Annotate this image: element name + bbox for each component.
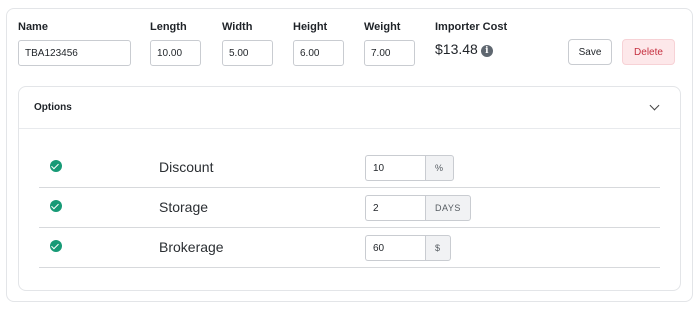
delete-button[interactable]: Delete bbox=[622, 39, 675, 65]
brokerage-input[interactable] bbox=[365, 235, 425, 261]
weight-label: Weight bbox=[364, 21, 401, 33]
days-unit-addon: DAYS bbox=[425, 195, 471, 221]
name-label: Name bbox=[18, 21, 48, 33]
importer-cost-display: $13.48 i bbox=[435, 41, 493, 57]
percent-unit-addon: % bbox=[425, 155, 454, 181]
length-input[interactable] bbox=[150, 40, 201, 66]
length-label: Length bbox=[150, 21, 187, 33]
info-icon[interactable]: i bbox=[480, 45, 493, 57]
save-button[interactable]: Save bbox=[568, 39, 612, 65]
option-row-discount: Discount % bbox=[39, 148, 660, 188]
weight-input[interactable] bbox=[364, 40, 415, 66]
shipment-item-card: Name Length Width Height Weight Importer… bbox=[6, 8, 693, 302]
height-input[interactable] bbox=[293, 40, 344, 66]
option-row-brokerage: Brokerage $ bbox=[39, 228, 660, 268]
height-label: Height bbox=[293, 21, 328, 33]
options-header[interactable]: Options bbox=[19, 87, 680, 129]
options-title: Options bbox=[34, 102, 72, 113]
storage-input[interactable] bbox=[365, 195, 425, 221]
width-input[interactable] bbox=[222, 40, 273, 66]
storage-input-group: DAYS bbox=[365, 195, 471, 221]
chevron-down-icon[interactable] bbox=[649, 100, 660, 111]
dollar-unit-addon: $ bbox=[425, 235, 451, 261]
check-circle-icon[interactable] bbox=[50, 200, 62, 212]
name-input[interactable] bbox=[18, 40, 131, 66]
option-label: Storage bbox=[159, 199, 209, 215]
check-circle-icon[interactable] bbox=[50, 240, 62, 252]
option-row-storage: Storage DAYS bbox=[39, 188, 660, 228]
option-label: Discount bbox=[159, 159, 214, 175]
importer-cost-label: Importer Cost bbox=[435, 21, 508, 33]
discount-input[interactable] bbox=[365, 155, 425, 181]
check-circle-icon[interactable] bbox=[50, 160, 62, 172]
brokerage-input-group: $ bbox=[365, 235, 451, 261]
option-label: Brokerage bbox=[159, 239, 224, 255]
width-label: Width bbox=[222, 21, 253, 33]
options-panel: Options Discount % Storage DAYS Brokerag… bbox=[18, 86, 681, 291]
discount-input-group: % bbox=[365, 155, 454, 181]
importer-cost-value: $13.48 bbox=[435, 41, 478, 57]
